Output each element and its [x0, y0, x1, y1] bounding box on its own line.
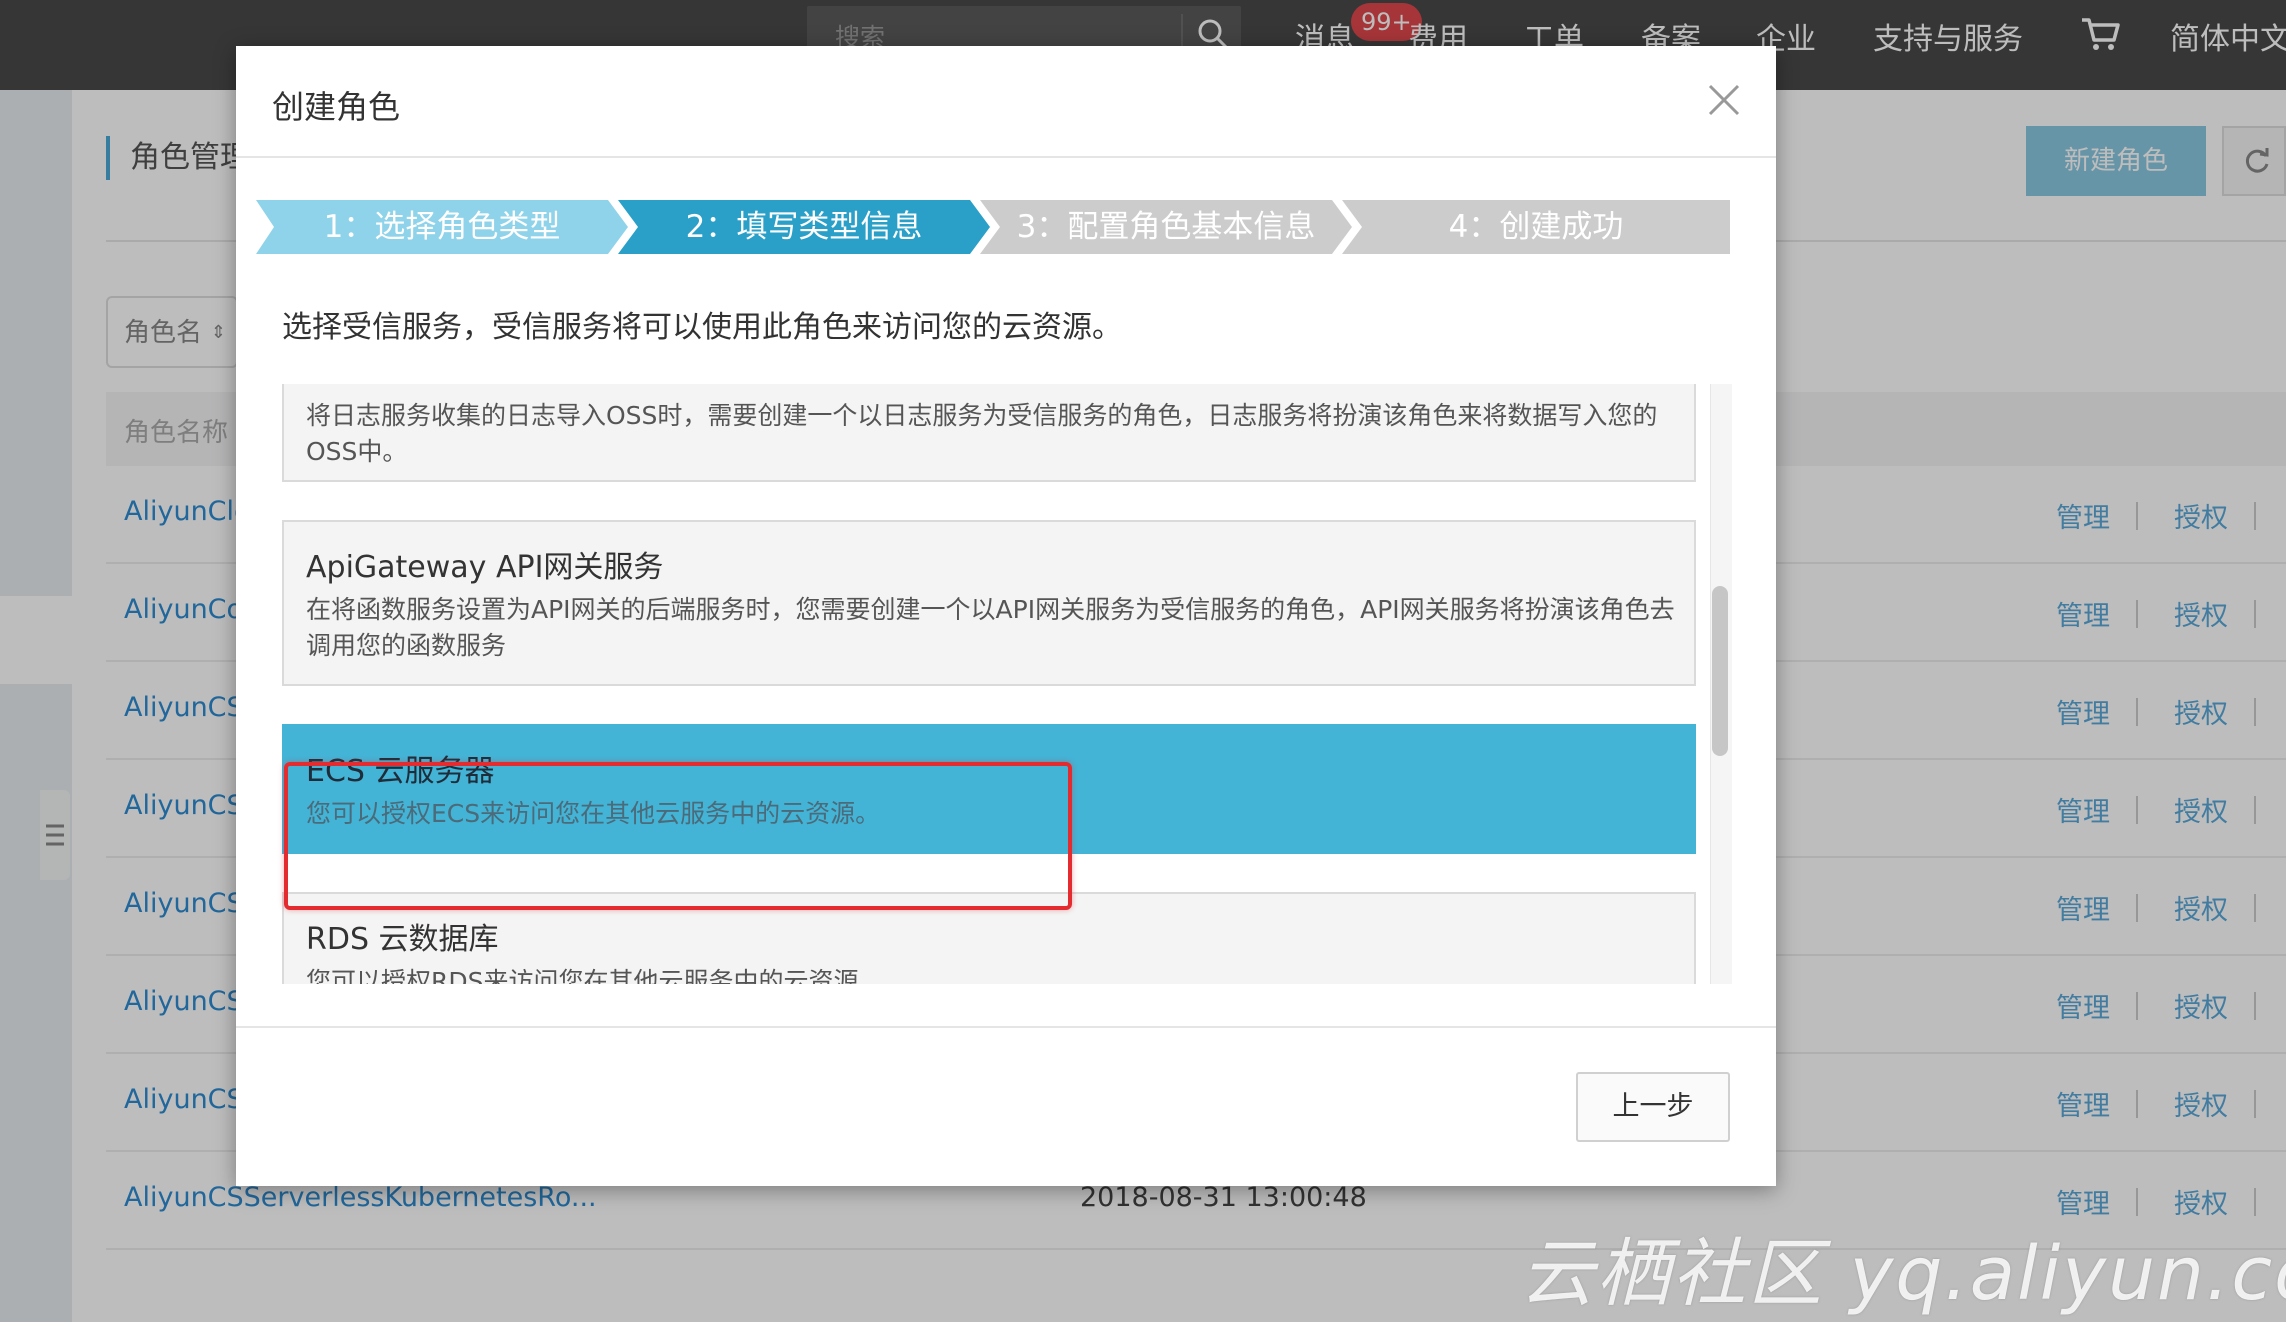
close-icon[interactable]	[1704, 80, 1744, 120]
scrollbar-thumb[interactable]	[1712, 586, 1728, 756]
step-3: 3：配置角色基本信息	[980, 200, 1352, 254]
dialog-footer-divider	[236, 1026, 1776, 1028]
service-desc: 在将函数服务设置为API网关的后端服务时，您需要创建一个以API网关服务为受信服…	[306, 595, 1675, 660]
watermark: 云栖社区 yq.aliyun.com	[1520, 1231, 2286, 1317]
create-role-dialog: 创建角色 1：选择角色类型 2：填写类型信息 3：配置角色基本信息 4：创建成功…	[236, 46, 1776, 1186]
step-1: 1：选择角色类型	[256, 200, 628, 254]
step-4-label: 4：创建成功	[1448, 209, 1624, 245]
selection-highlight	[284, 762, 1072, 910]
wizard-steps: 1：选择角色类型 2：填写类型信息 3：配置角色基本信息 4：创建成功	[256, 200, 1730, 254]
step-4: 4：创建成功	[1342, 200, 1730, 254]
instruction-text: 选择受信服务，受信服务将可以使用此角色来访问您的云资源。	[282, 310, 1122, 345]
dialog-header-divider	[236, 156, 1776, 158]
step-1-label: 1：选择角色类型	[323, 209, 561, 245]
step-2: 2：填写类型信息	[618, 200, 990, 254]
step-3-label: 3：配置角色基本信息	[1016, 209, 1316, 245]
service-item-apigateway[interactable]: ApiGateway API网关服务 在将函数服务设置为API网关的后端服务时，…	[282, 520, 1696, 686]
dialog-title: 创建角色	[272, 88, 401, 126]
service-item-log[interactable]: 将日志服务收集的日志导入OSS时，需要创建一个以日志服务为受信服务的角色，日志服…	[282, 384, 1696, 482]
previous-step-button[interactable]: 上一步	[1576, 1072, 1730, 1142]
step-2-label: 2：填写类型信息	[685, 209, 923, 245]
service-title: ApiGateway API网关服务	[306, 550, 664, 585]
service-title: RDS 云数据库	[306, 922, 499, 957]
service-desc: 您可以授权RDS来访问您在其他云服务中的云资源。	[306, 967, 884, 984]
service-desc: 将日志服务收集的日志导入OSS时，需要创建一个以日志服务为受信服务的角色，日志服…	[306, 401, 1658, 466]
